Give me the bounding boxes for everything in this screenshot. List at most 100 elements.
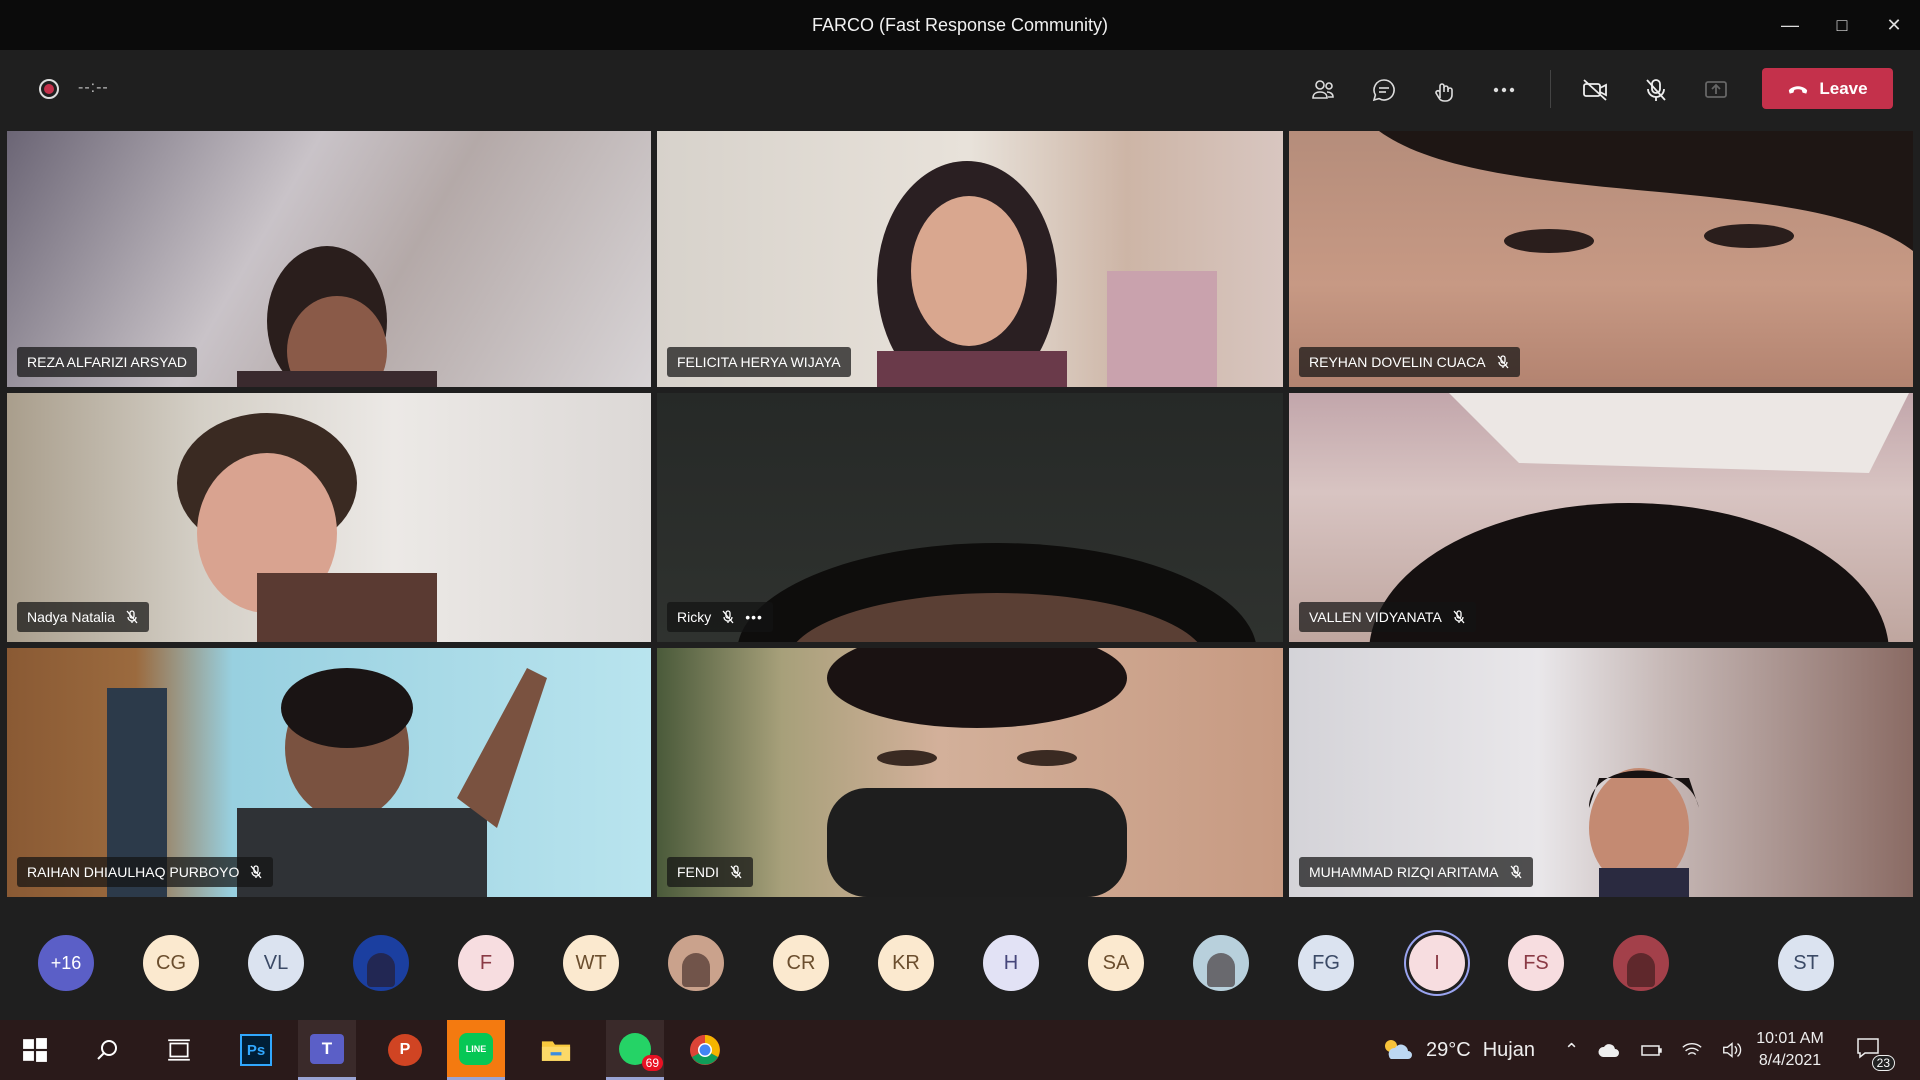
participant-avatar[interactable]: SA [1088, 935, 1144, 991]
avatar-initials: I [1434, 951, 1440, 974]
participant-avatar[interactable]: FS [1508, 935, 1564, 991]
avatar-initials: WT [575, 951, 607, 974]
avatar-initials: H [1003, 951, 1019, 974]
mic-muted-icon [126, 610, 138, 624]
avatar-initials: SA [1102, 951, 1130, 974]
avatar-initials: KR [892, 951, 920, 974]
share-icon[interactable] [1696, 70, 1736, 110]
weather-text: Hujan [1482, 1038, 1535, 1061]
participant-avatar[interactable]: FG [1298, 935, 1354, 991]
mic-muted-icon [1453, 610, 1465, 624]
participant-name-tag: RAIHAN DHIAULHAQ PURBOYO [17, 857, 274, 887]
avatar-initials: FG [1312, 951, 1340, 974]
recording-icon [39, 79, 59, 99]
windows-start-icon[interactable] [6, 1020, 64, 1080]
teams-icon[interactable]: T [298, 1020, 356, 1080]
whatsapp-icon[interactable]: 69 [606, 1020, 664, 1080]
participant-avatar[interactable]: WT [563, 935, 619, 991]
avatar-initials: +16 [50, 952, 82, 973]
avatar-initials: CG [156, 951, 186, 974]
notification-icon[interactable]: 23 [1855, 1020, 1895, 1080]
participant-avatar[interactable]: KR [878, 935, 934, 991]
participants-icon[interactable] [1303, 70, 1343, 110]
participant-name-tag: MUHAMMAD RIZQI ARITAMA [1299, 857, 1533, 887]
weather-rain-icon [1385, 1040, 1412, 1059]
chevron-up-icon[interactable]: ⌃ [1564, 1040, 1579, 1061]
maximize-icon[interactable]: □ [1816, 0, 1868, 50]
video-tile[interactable]: FENDI [657, 648, 1283, 897]
weather-temp: 29°C [1426, 1038, 1471, 1061]
chat-icon[interactable] [1364, 70, 1404, 110]
participant-avatar[interactable] [1613, 935, 1669, 991]
participant-name-tag: FENDI [667, 857, 753, 887]
leave-button[interactable]: Leave [1762, 68, 1893, 109]
avatar-initials: FS [1523, 951, 1549, 974]
participant-name-tag: FELICITA HERYA WIJAYA [667, 347, 851, 377]
mic-muted-icon [1510, 865, 1522, 879]
avatar-initials: ST [1793, 951, 1819, 974]
participant-name-tag: Nadya Natalia [17, 602, 149, 632]
video-tile[interactable]: FELICITA HERYA WIJAYA [657, 131, 1283, 387]
participant-avatar[interactable]: F [458, 935, 514, 991]
powerpoint-icon[interactable]: P [376, 1020, 434, 1080]
search-icon[interactable] [78, 1020, 136, 1080]
photoshop-icon[interactable]: Ps [227, 1020, 285, 1080]
taskbar: Ps T P LINE 69 29°C Hujan ⌃ 10:01 AM 8/4… [0, 1020, 1920, 1080]
minimize-icon[interactable]: — [1764, 0, 1816, 50]
mic-muted-icon [730, 865, 742, 879]
participant-avatar[interactable]: CG [143, 935, 199, 991]
cloud-icon[interactable] [1597, 1042, 1621, 1058]
meeting-toolbar: --:-- Leave [0, 50, 1920, 126]
leave-label: Leave [1819, 78, 1868, 98]
participant-avatar[interactable]: ST [1778, 935, 1834, 991]
file-explorer-icon[interactable] [527, 1020, 585, 1080]
avatar-photo [682, 953, 710, 987]
participant-avatar[interactable]: I [1409, 935, 1465, 991]
clock-time: 10:01 AM [1756, 1030, 1824, 1047]
video-tile[interactable]: RAIHAN DHIAULHAQ PURBOYO [7, 648, 651, 897]
system-clock[interactable]: 10:01 AM 8/4/2021 [1745, 1028, 1835, 1072]
participant-avatar[interactable] [1193, 935, 1249, 991]
video-tile[interactable]: REZA ALFARIZI ARSYAD [7, 131, 651, 387]
wifi-icon[interactable] [1681, 1041, 1703, 1059]
participant-avatar[interactable] [668, 935, 724, 991]
video-tile[interactable]: Ricky ••• [657, 393, 1283, 642]
weather-widget[interactable]: 29°C Hujan [1380, 1020, 1535, 1080]
participant-name-tag: REYHAN DOVELIN CUACA [1299, 347, 1520, 377]
participant-roster: +16 CG VL F WT CR KR H SA FG I FS ST [0, 897, 1920, 1020]
video-tile[interactable]: REYHAN DOVELIN CUACA [1289, 131, 1913, 387]
video-tile[interactable]: VALLEN VIDYANATA [1289, 393, 1913, 642]
reactions-icon[interactable] [1424, 70, 1464, 110]
line-icon[interactable]: LINE [447, 1020, 505, 1080]
whatsapp-badge: 69 [641, 1054, 663, 1071]
avatar-initials: F [479, 951, 493, 974]
avatar-photo [1207, 953, 1235, 987]
camera-off-icon[interactable] [1575, 70, 1615, 110]
toolbar-divider [1550, 70, 1551, 108]
participant-name-tag: VALLEN VIDYANATA [1299, 602, 1476, 632]
participant-avatar[interactable]: VL [248, 935, 304, 991]
volume-icon[interactable] [1721, 1041, 1743, 1059]
chrome-icon[interactable] [676, 1020, 734, 1080]
avatar-photo [367, 953, 395, 987]
avatar-initials: CR [786, 951, 816, 974]
participant-name-tag: REZA ALFARIZI ARSYAD [17, 347, 198, 377]
participant-avatar[interactable]: CR [773, 935, 829, 991]
participant-avatar[interactable] [353, 935, 409, 991]
task-view-icon[interactable] [150, 1020, 208, 1080]
battery-icon[interactable] [1639, 1042, 1663, 1058]
more-participants-button[interactable]: +16 [38, 935, 94, 991]
phone-hangup-icon [1789, 85, 1808, 94]
avatar-photo [1627, 953, 1655, 987]
participant-avatar[interactable]: H [983, 935, 1039, 991]
video-tile[interactable]: MUHAMMAD RIZQI ARITAMA [1289, 648, 1913, 897]
mic-off-icon[interactable] [1636, 70, 1676, 110]
tile-more-icon[interactable]: ••• [745, 609, 763, 625]
video-tile[interactable]: Nadya Natalia [7, 393, 651, 642]
more-icon[interactable] [1484, 70, 1524, 110]
window-title: FARCO (Fast Response Community) [811, 14, 1109, 35]
avatar-initials: VL [263, 951, 289, 974]
mic-muted-icon [722, 610, 734, 624]
close-icon[interactable]: ✕ [1868, 0, 1920, 50]
title-bar: FARCO (Fast Response Community) — □ ✕ [0, 0, 1920, 50]
